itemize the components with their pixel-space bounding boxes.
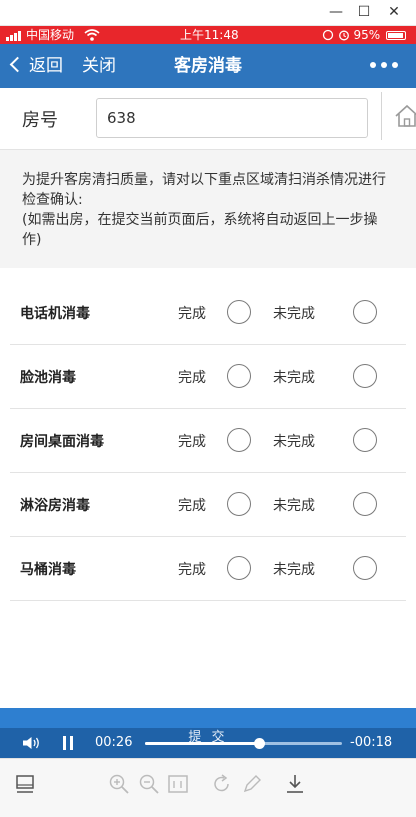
alarm-icon: [339, 30, 349, 41]
checklist-item-label: 房间桌面消毒: [20, 434, 104, 450]
instruction-notice: 为提升客房清扫质量，请对以下重点区域清扫消杀情况进行检查确认: (如需出房，在提…: [0, 150, 416, 268]
done-radio[interactable]: [227, 364, 251, 388]
wifi-icon: [84, 29, 100, 41]
not-done-label: 未完成: [273, 498, 315, 514]
nav-bar: 返回 关闭 客房消毒: [0, 44, 416, 88]
not-done-label: 未完成: [273, 370, 315, 386]
maximize-button[interactable]: ☐: [354, 3, 374, 21]
window-close-button[interactable]: ✕: [384, 3, 404, 21]
done-radio[interactable]: [227, 492, 251, 516]
screen: — ☐ ✕ 中国移动 上午11:48 95% 返回 关闭 客房消毒 房号 638…: [0, 0, 416, 817]
carrier-name: 中国移动: [26, 28, 75, 42]
not-done-label: 未完成: [273, 306, 315, 322]
checklist-item-label: 淋浴房消毒: [20, 498, 90, 514]
display-icon[interactable]: [14, 773, 36, 795]
page-title: 客房消毒: [174, 56, 242, 76]
checklist-row: 电话机消毒 完成 未完成: [10, 281, 406, 345]
not-done-radio[interactable]: [353, 300, 377, 324]
not-done-radio[interactable]: [353, 492, 377, 516]
not-done-radio[interactable]: [353, 364, 377, 388]
orientation-lock-icon: [322, 29, 334, 41]
signal-icon: [6, 31, 22, 41]
bottom-toolbar: [0, 758, 416, 817]
battery-percent: 95%: [353, 28, 381, 42]
done-label: 完成: [178, 370, 206, 386]
edit-icon[interactable]: [241, 773, 263, 795]
room-number-row: 房号 638: [0, 88, 416, 150]
rotate-icon[interactable]: [211, 773, 233, 795]
done-radio[interactable]: [227, 428, 251, 452]
phone-status-bar: 中国移动 上午11:48 95%: [0, 26, 416, 44]
checklist-item-label: 脸池消毒: [20, 370, 76, 386]
download-icon[interactable]: [284, 773, 306, 795]
notice-line-2: (如需出房，在提交当前页面后，系统将自动返回上一步操作): [22, 212, 378, 248]
done-radio[interactable]: [227, 300, 251, 324]
zoom-out-icon[interactable]: [138, 773, 160, 795]
done-label: 完成: [178, 562, 206, 578]
checklist-item-label: 马桶消毒: [20, 562, 76, 578]
minimize-button[interactable]: —: [326, 3, 346, 21]
battery-level: 95%: [353, 26, 406, 44]
checklist-row: 淋浴房消毒 完成 未完成: [10, 473, 406, 537]
not-done-label: 未完成: [273, 562, 315, 578]
not-done-radio[interactable]: [353, 556, 377, 580]
not-done-radio[interactable]: [353, 428, 377, 452]
submit-label[interactable]: 提 交: [0, 726, 416, 745]
done-label: 完成: [178, 434, 206, 450]
submit-button[interactable]: [0, 708, 416, 728]
zoom-in-icon[interactable]: [108, 773, 130, 795]
more-dots-icon[interactable]: [370, 62, 398, 68]
done-label: 完成: [178, 498, 206, 514]
notice-line-1: 为提升客房清扫质量，请对以下重点区域清扫消杀情况进行检查确认:: [22, 172, 386, 208]
checklist-row: 脸池消毒 完成 未完成: [10, 345, 406, 409]
checklist-row: 马桶消毒 完成 未完成: [10, 537, 406, 601]
home-icon[interactable]: [394, 104, 416, 128]
window-titlebar: — ☐ ✕: [0, 0, 416, 26]
divider: [381, 92, 382, 140]
done-label: 完成: [178, 306, 206, 322]
battery-icon: [386, 31, 406, 40]
not-done-label: 未完成: [273, 434, 315, 450]
room-number-label: 房号: [22, 110, 58, 131]
room-number-input[interactable]: 638: [96, 98, 368, 138]
checklist-item-label: 电话机消毒: [20, 306, 90, 322]
status-time: 上午11:48: [180, 28, 239, 42]
checklist-row: 房间桌面消毒 完成 未完成: [10, 409, 406, 473]
done-radio[interactable]: [227, 556, 251, 580]
actual-size-icon[interactable]: [167, 773, 189, 795]
